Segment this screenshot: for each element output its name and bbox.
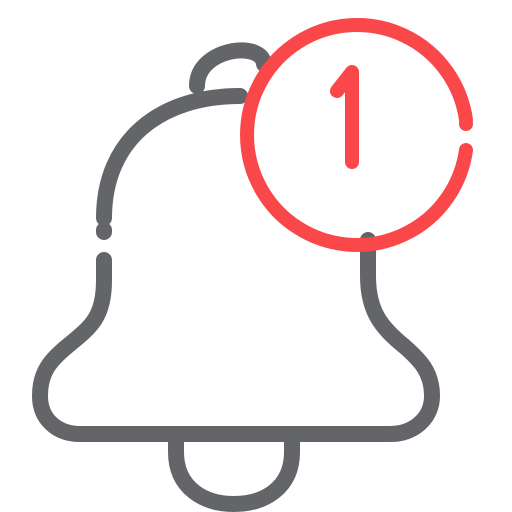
bell-with-badge-icon — [32, 18, 473, 512]
bell-dome-left — [96, 88, 248, 226]
bell-clapper — [168, 428, 300, 512]
bell-left-side — [32, 232, 440, 442]
badge-numeral-1-stroke — [330, 65, 359, 169]
notification-bell[interactable] — [0, 0, 512, 512]
notification-count-badge-icon — [240, 18, 473, 252]
bell-icon — [32, 42, 440, 512]
